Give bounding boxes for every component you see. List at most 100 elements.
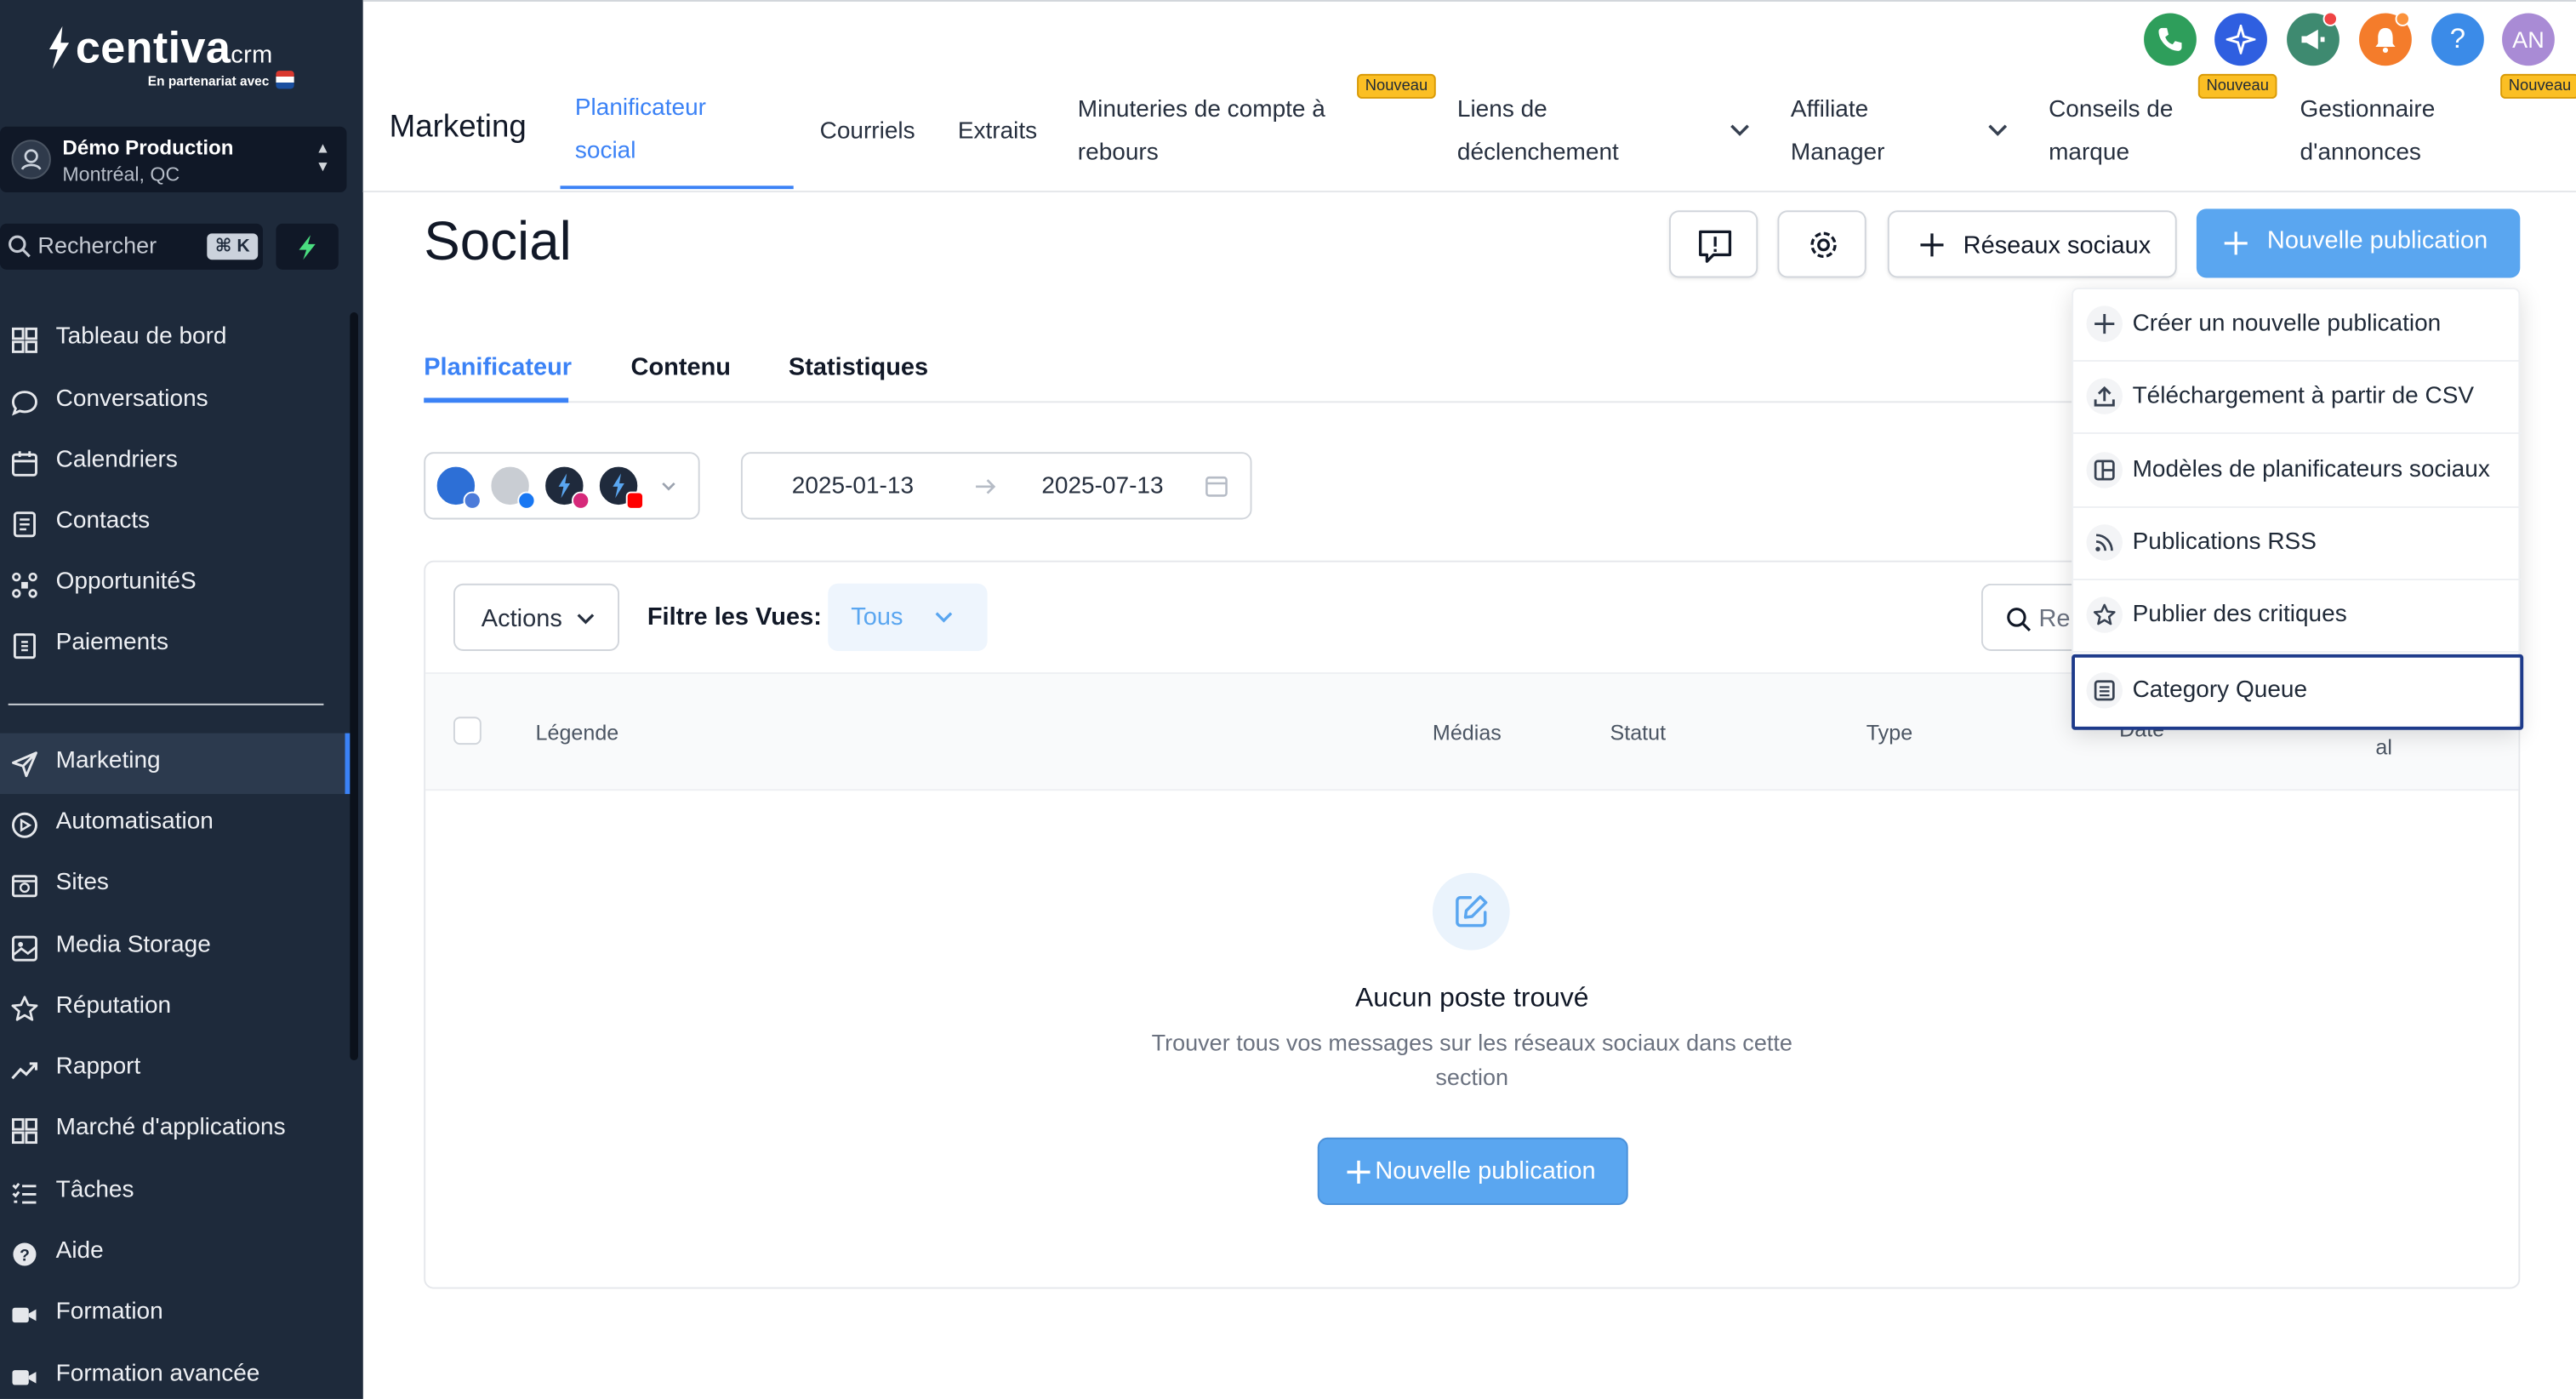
- brand-tagline: En partenariat avec: [147, 73, 270, 89]
- new-badge: Nouveau: [2500, 73, 2576, 99]
- ai-assistant-button[interactable]: [2214, 13, 2267, 66]
- empty-new-post-button[interactable]: Nouvelle publication: [1317, 1137, 1628, 1206]
- sidebar-item-automation[interactable]: Automatisation: [0, 794, 350, 854]
- social-networks-button[interactable]: Réseaux sociaux: [1887, 210, 2177, 278]
- upload-icon: [2086, 378, 2123, 414]
- chevron-down-icon: [577, 614, 595, 625]
- sidebar-item-video[interactable]: Formation: [0, 1284, 350, 1345]
- sidebar-item-video[interactable]: Formation avancée: [0, 1346, 350, 1399]
- feedback-button[interactable]: [1668, 210, 1758, 278]
- notifications-button[interactable]: [2359, 11, 2412, 66]
- quick-action-button[interactable]: [276, 223, 339, 270]
- menu-item-category-queue[interactable]: Category Queue: [2072, 654, 2524, 730]
- social-account-picker[interactable]: [424, 452, 700, 520]
- sidebar-item-label: Aide: [55, 1237, 104, 1265]
- filter-views-select[interactable]: Tous: [828, 583, 988, 651]
- announcements-button[interactable]: [2287, 11, 2339, 66]
- sidebar-item-chat[interactable]: Conversations: [0, 372, 350, 432]
- menu-item-rss[interactable]: Publications RSS: [2073, 508, 2522, 580]
- chevron-down-icon[interactable]: [1729, 118, 1752, 141]
- chevron-down-icon[interactable]: [1986, 118, 2009, 141]
- account-avatar-icon: [11, 140, 51, 180]
- brand-name: centiva: [75, 23, 231, 72]
- sidebar-item-image[interactable]: Media Storage: [0, 917, 350, 978]
- plus-icon: [2224, 231, 2248, 255]
- youtube-account-avatar: [597, 465, 644, 510]
- sidebar-item-apps[interactable]: Marché d'applications: [0, 1099, 350, 1160]
- sidebar-search[interactable]: Rechercher ⌘ K: [0, 223, 263, 270]
- sites-icon: [12, 875, 37, 898]
- new-badge: Nouveau: [2197, 73, 2277, 99]
- sidebar-item-dashboard[interactable]: Tableau de bord: [0, 309, 350, 369]
- sidebar-item-star[interactable]: Réputation: [0, 978, 350, 1038]
- column-type[interactable]: Type: [1866, 720, 1912, 745]
- sparkle-icon: [2226, 24, 2256, 54]
- video-icon: [12, 1370, 37, 1385]
- sidebar-item-send[interactable]: Marketing: [0, 733, 352, 795]
- account-switcher[interactable]: Démo Production Montréal, QC ▲ ▼: [0, 126, 347, 193]
- actions-dropdown[interactable]: Actions: [453, 583, 620, 651]
- sidebar-item-payments[interactable]: Paiements: [0, 614, 350, 675]
- tab-brand-boards[interactable]: Conseils de marque: [2049, 89, 2213, 174]
- help-button[interactable]: ?: [2431, 13, 2484, 66]
- sidebar-item-calendar[interactable]: Calendriers: [0, 432, 350, 493]
- sidebar-item-contacts[interactable]: Contacts: [0, 494, 350, 554]
- filter-views-value: Tous: [851, 602, 903, 631]
- sidebar: centivacrm En partenariat avec Démo Prod…: [0, 0, 363, 1399]
- sidebar-item-label: Sites: [55, 869, 109, 896]
- sidebar-item-label: Calendriers: [55, 447, 178, 474]
- arrow-right-icon: [976, 479, 996, 494]
- sidebar-item-sites[interactable]: Sites: [0, 855, 350, 916]
- menu-item-templates[interactable]: Modèles de planificateurs sociaux: [2073, 436, 2522, 508]
- tab-countdown-timers[interactable]: Minuteries de compte à rebours: [1078, 89, 1357, 174]
- sidebar-item-help[interactable]: ? Aide: [0, 1223, 350, 1283]
- plus-icon: [1920, 233, 1944, 257]
- user-avatar[interactable]: AN: [2502, 13, 2555, 66]
- tab-social-planner[interactable]: Planificateur social: [575, 87, 755, 172]
- sidebar-item-label: Conversations: [55, 385, 208, 413]
- tab-snippets[interactable]: Extraits: [958, 110, 1037, 152]
- sidebar-item-tasks[interactable]: Tâches: [0, 1162, 350, 1223]
- tab-trigger-links[interactable]: Liens de déclenchement: [1457, 89, 1655, 174]
- sidebar-item-label: Tâches: [55, 1177, 134, 1204]
- new-post-button[interactable]: Nouvelle publication: [2196, 208, 2521, 278]
- subtab-statistics[interactable]: Statistiques: [789, 353, 928, 381]
- column-status[interactable]: Statut: [1610, 720, 1666, 745]
- phone-button[interactable]: [2144, 13, 2197, 66]
- sidebar-item-label: Contacts: [55, 507, 151, 534]
- column-caption[interactable]: Légende: [536, 720, 619, 745]
- date-start: 2025-01-13: [791, 473, 915, 500]
- menu-item-csv-upload[interactable]: Téléchargement à partir de CSV: [2073, 362, 2522, 434]
- payments-icon: [13, 633, 37, 660]
- tab-ad-manager[interactable]: Gestionnaire d'annonces: [2300, 89, 2481, 174]
- gear-icon: [1810, 231, 1837, 259]
- menu-item-label: Modèles de planificateurs sociaux: [2132, 457, 2490, 483]
- google-business-avatar: [435, 465, 482, 510]
- menu-item-label: Publications RSS: [2132, 529, 2317, 556]
- active-tab-indicator: [560, 186, 794, 190]
- account-location: Montréal, QC: [62, 163, 180, 186]
- sidebar-scrollbar[interactable]: [350, 312, 358, 1061]
- social-networks-label: Réseaux sociaux: [1963, 231, 2151, 260]
- subtab-planner[interactable]: Planificateur: [424, 353, 572, 381]
- menu-item-reviews[interactable]: Publier des critiques: [2073, 580, 2522, 653]
- sidebar-item-opportunities[interactable]: OpportunitéS: [0, 554, 350, 614]
- subtab-content[interactable]: Contenu: [631, 353, 731, 381]
- settings-button[interactable]: [1777, 210, 1866, 278]
- column-media[interactable]: Médias: [1433, 720, 1502, 745]
- select-all-checkbox[interactable]: [453, 717, 482, 745]
- active-subtab-indicator: [424, 397, 569, 403]
- sidebar-item-label: Formation: [55, 1299, 163, 1326]
- date-range-picker[interactable]: 2025-01-13 2025-07-13: [740, 452, 1252, 520]
- tab-emails[interactable]: Courriels: [820, 110, 915, 152]
- phone-icon: [2158, 27, 2182, 51]
- plus-icon: [2086, 305, 2123, 342]
- queue-icon: [2086, 672, 2123, 709]
- chevron-down-icon: [662, 482, 675, 491]
- brand-logo[interactable]: centivacrm En partenariat avec: [46, 23, 325, 102]
- empty-new-post-label: Nouvelle publication: [1375, 1156, 1596, 1185]
- tab-affiliate-manager[interactable]: Affiliate Manager: [1791, 89, 1939, 174]
- page-title: Social: [424, 210, 572, 271]
- menu-item-create-post[interactable]: Créer un nouvelle publication: [2073, 289, 2522, 362]
- sidebar-item-trend[interactable]: Rapport: [0, 1039, 350, 1099]
